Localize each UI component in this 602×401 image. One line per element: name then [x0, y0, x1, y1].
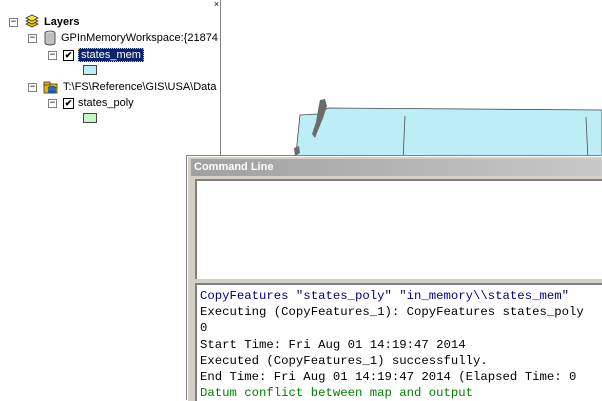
layers-stack-icon: [24, 14, 40, 30]
toc-layer-states-poly[interactable]: − ✔ states_poly: [48, 95, 134, 111]
toc-layers-root[interactable]: − Layers: [9, 14, 79, 30]
toc-group-in-memory-workspace[interactable]: − GPInMemoryWorkspace:{21874: [28, 30, 218, 46]
collapse-layer-icon[interactable]: −: [48, 98, 57, 108]
toc-group-file-data[interactable]: − T:\FS\Reference\GIS\USA\Data: [28, 79, 216, 95]
output-line: 0: [200, 321, 208, 336]
symbol-swatch-states-mem: [83, 65, 97, 75]
state-polygons: [295, 107, 602, 161]
workspace-label: GPInMemoryWorkspace:{21874: [61, 32, 218, 44]
output-line: Datum conflict between map and output: [200, 386, 474, 401]
command-line-window: Command Line CopyFeatures "states_poly" …: [187, 156, 602, 401]
output-line: End Time: Fri Aug 01 14:19:47 2014 (Elap…: [200, 370, 577, 385]
close-icon[interactable]: ×: [212, 0, 220, 9]
output-line: Executed (CopyFeatures_1) successfully.: [200, 353, 488, 368]
command-output: CopyFeatures "states_poly" "in_memory\\s…: [195, 283, 602, 401]
folder-database-icon: [43, 79, 59, 95]
database-icon: [43, 30, 57, 46]
collapse-layer-icon[interactable]: −: [48, 50, 57, 60]
layer-visibility-checkbox[interactable]: ✔: [63, 49, 74, 61]
layer-label-states-poly[interactable]: states_poly: [78, 97, 134, 109]
command-input[interactable]: [195, 179, 602, 279]
output-line: Start Time: Fri Aug 01 14:19:47 2014: [200, 337, 466, 352]
layers-root-label: Layers: [44, 16, 80, 28]
layer-visibility-checkbox[interactable]: ✔: [63, 97, 74, 109]
data-path-label: T:\FS\Reference\GIS\USA\Data: [63, 81, 217, 93]
command-line-title-bar[interactable]: Command Line: [191, 159, 602, 176]
collapse-data-icon[interactable]: −: [28, 82, 37, 92]
output-line: CopyFeatures "states_poly" "in_memory\\s…: [200, 289, 569, 303]
output-line: Executing (CopyFeatures_1): CopyFeatures…: [200, 305, 584, 320]
collapse-layers-icon[interactable]: −: [9, 17, 18, 27]
symbol-swatch-states-poly: [83, 113, 97, 123]
toc-layer-states-mem[interactable]: − ✔ states_mem: [48, 47, 144, 63]
checkmark-icon: ✔: [64, 97, 73, 108]
checkmark-icon: ✔: [64, 49, 73, 60]
layer-label-states-mem[interactable]: states_mem: [78, 48, 144, 62]
collapse-workspace-icon[interactable]: −: [28, 33, 37, 43]
